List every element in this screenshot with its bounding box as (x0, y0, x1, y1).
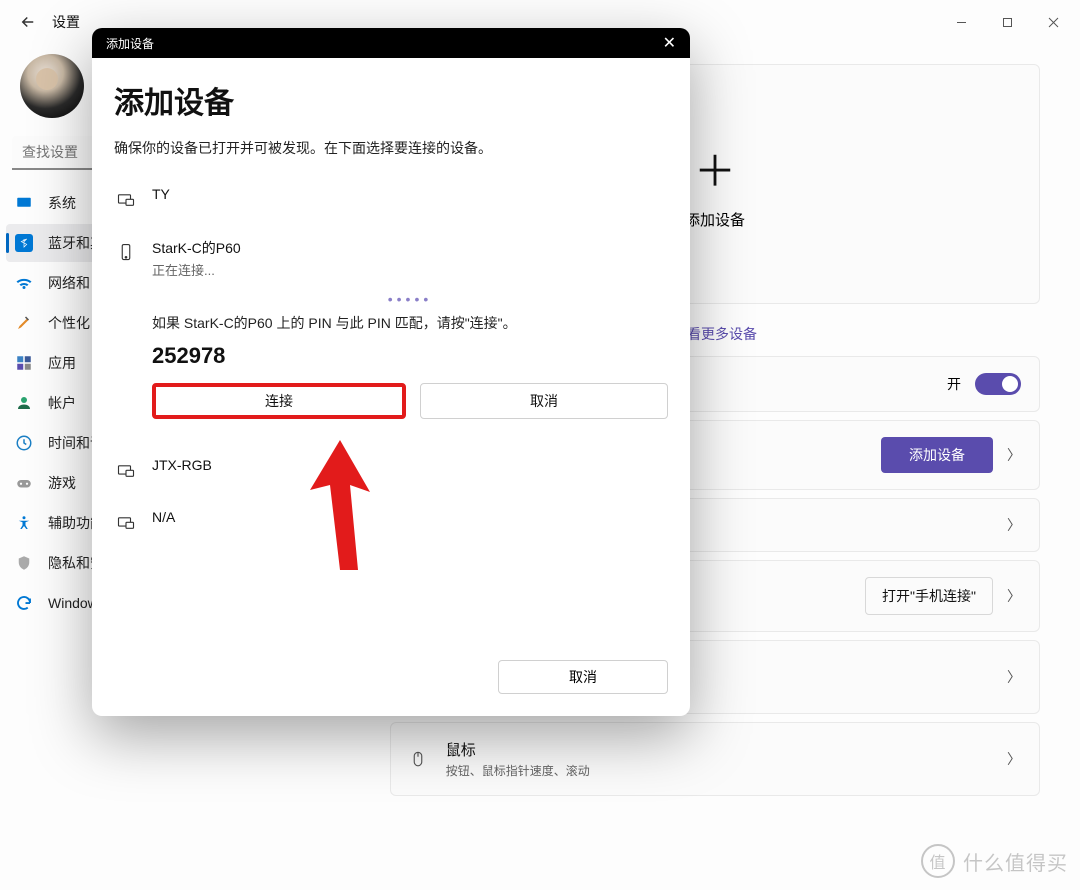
close-button[interactable] (1030, 6, 1076, 38)
nav-label: 应用 (48, 353, 76, 373)
nav-label: 系统 (48, 193, 76, 213)
device-name: N/A (152, 509, 175, 525)
wifi-icon (14, 273, 34, 293)
open-phone-link-button[interactable]: 打开"手机连接" (865, 577, 993, 615)
dialog-description: 确保你的设备已打开并可被发现。在下面选择要连接的设备。 (114, 138, 668, 158)
chevron-right-icon[interactable]: 〉 (1007, 445, 1021, 465)
monitor-icon (114, 188, 138, 212)
dialog-title: 添加设备 (114, 78, 668, 122)
maximize-button[interactable] (984, 6, 1030, 38)
device-row-p60[interactable]: StarK-C的P60 正在连接... (114, 228, 668, 285)
dialog-cancel-button[interactable]: 取消 (498, 660, 668, 694)
phone-icon (114, 240, 138, 264)
pin-code: 252978 (152, 343, 668, 369)
dialog-header-title: 添加设备 (106, 35, 154, 52)
account-icon (14, 393, 34, 413)
mouse-icon (409, 749, 428, 769)
minimize-button[interactable] (938, 6, 984, 38)
nav-label: 个性化 (48, 313, 90, 333)
add-device-dialog: 添加设备 ✕ 添加设备 确保你的设备已打开并可被发现。在下面选择要连接的设备。 … (92, 28, 690, 716)
time-icon (14, 433, 34, 453)
connect-button[interactable]: 连接 (152, 383, 406, 419)
dialog-header: 添加设备 ✕ (92, 28, 690, 58)
device-row-jtx[interactable]: JTX-RGB (114, 447, 668, 499)
row-title: 鼠标 (446, 739, 993, 760)
device-status: 正在连接... (152, 260, 241, 279)
apps-icon (14, 353, 34, 373)
pin-instruction: 如果 StarK-C的P60 上的 PIN 与此 PIN 匹配，请按"连接"。 (152, 313, 668, 333)
chevron-right-icon: 〉 (1007, 749, 1021, 769)
chevron-right-icon: 〉 (1007, 515, 1021, 535)
toggle-state-label: 开 (947, 374, 961, 394)
mouse-row[interactable]: 鼠标 按钮、鼠标指针速度、滚动 〉 (390, 722, 1040, 796)
update-icon (14, 593, 34, 613)
chevron-right-icon: 〉 (1007, 667, 1021, 687)
row-subtitle: 按钮、鼠标指针速度、滚动 (446, 762, 993, 779)
privacy-icon (14, 553, 34, 573)
add-device-button[interactable]: 添加设备 (881, 437, 993, 473)
cancel-inline-button[interactable]: 取消 (420, 383, 668, 419)
nav-label: 游戏 (48, 473, 76, 493)
plus-icon: ＋ (694, 138, 736, 199)
watermark-text: 什么值得买 (963, 847, 1068, 876)
connecting-panel: ••••• 如果 StarK-C的P60 上的 PIN 与此 PIN 匹配，请按… (114, 291, 668, 419)
watermark-badge: 值 (921, 844, 955, 878)
dialog-close-button[interactable]: ✕ (663, 33, 676, 53)
brush-icon (14, 313, 34, 333)
game-icon (14, 473, 34, 493)
device-name: StarK-C的P60 (152, 238, 241, 258)
add-device-tile-label: 添加设备 (685, 209, 745, 230)
window-title: 设置 (52, 12, 80, 32)
system-icon (14, 193, 34, 213)
back-button[interactable] (18, 12, 38, 32)
bluetooth-icon (14, 233, 34, 253)
nav-label: 帐户 (48, 393, 76, 413)
accessibility-icon (14, 513, 34, 533)
monitor-icon (114, 511, 138, 535)
user-avatar[interactable] (20, 54, 84, 118)
monitor-icon (114, 459, 138, 483)
device-row-ty[interactable]: TY (114, 176, 668, 228)
device-name: TY (152, 186, 170, 202)
device-row-na[interactable]: N/A (114, 499, 668, 551)
bluetooth-toggle[interactable] (975, 373, 1021, 395)
chevron-right-icon[interactable]: 〉 (1007, 586, 1021, 606)
watermark: 值 什么值得买 (921, 844, 1068, 878)
device-name: JTX-RGB (152, 457, 212, 473)
loading-dots: ••••• (152, 291, 668, 307)
